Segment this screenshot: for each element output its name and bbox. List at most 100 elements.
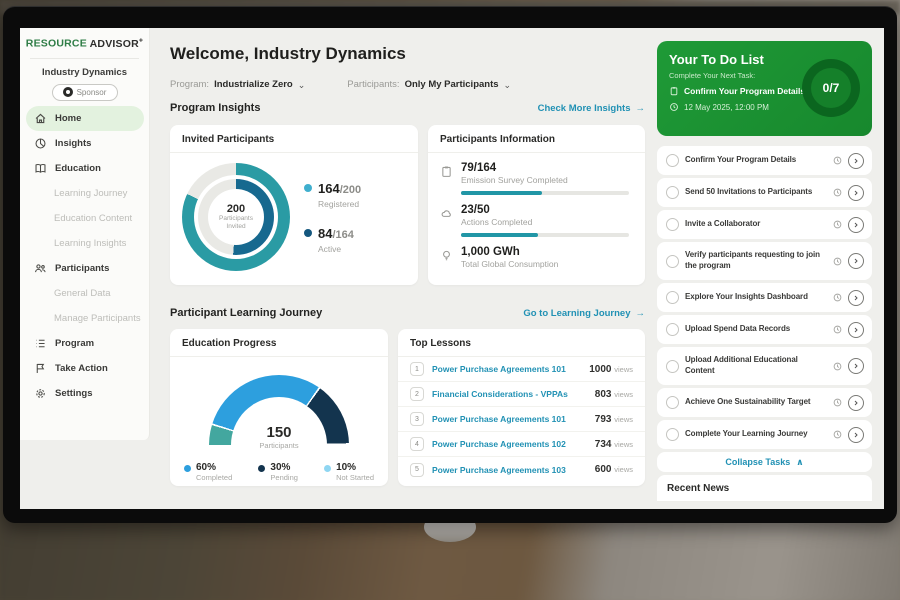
task-checkbox[interactable] (666, 428, 679, 441)
lightbulb-icon (440, 249, 453, 262)
go-to-learning-journey-link[interactable]: Go to Learning Journey → (523, 308, 645, 319)
sidebar-item-home[interactable]: Home (26, 106, 144, 131)
task-checkbox[interactable] (666, 218, 679, 231)
sponsor-badge[interactable]: Sponsor (52, 84, 118, 101)
lesson-link[interactable]: Power Purchase Agreements 101 (432, 414, 587, 424)
task-checkbox[interactable] (666, 291, 679, 304)
arrow-right-icon: → (636, 308, 646, 319)
lesson-row: 4 Power Purchase Agreements 102 734 view… (398, 432, 645, 457)
program-filter-value: Industrialize Zero (214, 79, 293, 90)
task-checkbox[interactable] (666, 396, 679, 409)
sidebar-item-learning-journey[interactable]: Learning Journey (20, 181, 150, 206)
education-gauge-chart: 150 Participants (204, 375, 354, 450)
task-chevron-button[interactable] (848, 290, 864, 306)
collapse-tasks-link[interactable]: Collapse Tasks ∧ (657, 452, 872, 472)
sidebar-item-label: Settings (55, 388, 92, 399)
people-icon (34, 262, 47, 275)
task-upload-spend-data[interactable]: Upload Spend Data Records (657, 315, 872, 344)
cloud-icon (440, 207, 453, 220)
task-upload-educational-content[interactable]: Upload Additional Educational Content (657, 347, 872, 385)
lesson-link[interactable]: Power Purchase Agreements 102 (432, 439, 587, 449)
task-chevron-button[interactable] (848, 322, 864, 338)
program-filter[interactable]: Program: Industrialize Zero ⌄ (170, 79, 305, 90)
book-icon (34, 162, 47, 175)
task-chevron-button[interactable] (848, 358, 864, 374)
clock-icon (833, 188, 842, 197)
participants-filter-label: Participants: (347, 79, 399, 90)
task-chevron-button[interactable] (848, 253, 864, 269)
task-checkbox[interactable] (666, 186, 679, 199)
legend-completed: 60%Completed (184, 462, 232, 482)
lesson-row: 5 Power Purchase Agreements 103 600 view… (398, 457, 645, 482)
chevron-up-icon: ∧ (796, 457, 803, 468)
clock-icon (833, 257, 842, 266)
task-complete-learning-journey[interactable]: Complete Your Learning Journey (657, 420, 872, 449)
sidebar-item-education-content[interactable]: Education Content (20, 206, 150, 231)
task-explore-insights[interactable]: Explore Your Insights Dashboard (657, 283, 872, 312)
gauge-center-value: 150 (204, 424, 354, 441)
sidebar-item-insights[interactable]: Insights (20, 131, 150, 156)
sidebar-item-manage-participants[interactable]: Manage Participants (20, 306, 150, 331)
emission-progress-bar (461, 191, 629, 195)
sidebar-item-label: Participants (55, 263, 109, 274)
task-checkbox[interactable] (666, 255, 679, 268)
clipboard-icon (669, 86, 679, 96)
check-more-insights-link[interactable]: Check More Insights → (538, 103, 645, 114)
todo-due-date: 12 May 2025, 12:00 PM (684, 103, 769, 112)
task-chevron-button[interactable] (848, 217, 864, 233)
lesson-link[interactable]: Power Purchase Agreements 101 (432, 364, 581, 374)
list-icon (34, 337, 47, 350)
sponsor-label: Sponsor (77, 88, 107, 97)
task-invite-collaborator[interactable]: Invite a Collaborator (657, 210, 872, 239)
gauge-center-label: Participants (204, 441, 354, 450)
sidebar-item-take-action[interactable]: Take Action (20, 356, 150, 381)
lesson-rank: 1 (410, 362, 424, 376)
home-icon (34, 112, 47, 125)
logo-advisor: ADVISOR+ (90, 38, 144, 50)
arrow-right-icon: → (636, 103, 646, 114)
lesson-link[interactable]: Financial Considerations - VPPAs (432, 389, 587, 399)
dashboard-screen: RESOURCE ADVISOR+ Industry Dynamics Spon… (20, 28, 884, 509)
chevron-right-icon (852, 157, 860, 165)
legend-registered: 164/200 Registered (304, 180, 361, 209)
task-confirm-program-details[interactable]: Confirm Your Program Details (657, 146, 872, 175)
sidebar-item-general-data[interactable]: General Data (20, 281, 150, 306)
filters-row: Program: Industrialize Zero ⌄ Participan… (170, 79, 511, 90)
sidebar-item-education[interactable]: Education (20, 156, 150, 181)
lesson-rank: 4 (410, 437, 424, 451)
donut-center-label: Participants Invited (214, 215, 258, 232)
program-insights-header: Program Insights Check More Insights → (170, 102, 645, 114)
chevron-right-icon (852, 362, 860, 370)
task-checkbox[interactable] (666, 154, 679, 167)
metric-consumption: 1,000 GWh Total Global Consumption (428, 237, 645, 269)
sidebar-item-label: Take Action (55, 363, 108, 374)
task-chevron-button[interactable] (848, 395, 864, 411)
chevron-right-icon (852, 257, 860, 265)
lesson-row: 3 Power Purchase Agreements 101 793 view… (398, 407, 645, 432)
participants-filter[interactable]: Participants: Only My Participants ⌄ (347, 79, 511, 90)
chevron-right-icon (852, 399, 860, 407)
sidebar-item-learning-insights[interactable]: Learning Insights (20, 231, 150, 256)
program-insights-title: Program Insights (170, 102, 260, 114)
task-checkbox[interactable] (666, 360, 679, 373)
task-chevron-button[interactable] (848, 153, 864, 169)
top-lessons-card: Top Lessons 1 Power Purchase Agreements … (398, 329, 645, 486)
task-verify-participants[interactable]: Verify participants requesting to join t… (657, 242, 872, 280)
task-achieve-sustainability-target[interactable]: Achieve One Sustainability Target (657, 388, 872, 417)
sidebar-item-program[interactable]: Program (20, 331, 150, 356)
task-send-invitations[interactable]: Send 50 Invitations to Participants (657, 178, 872, 207)
participants-info-title: Participants Information (428, 125, 645, 153)
registered-dot-icon (304, 184, 312, 192)
task-chevron-button[interactable] (848, 427, 864, 443)
lesson-rank: 3 (410, 412, 424, 426)
task-checkbox[interactable] (666, 323, 679, 336)
clock-icon (669, 102, 679, 112)
invited-legend: 164/200 Registered 84/164 Active (304, 180, 361, 254)
sidebar-item-participants[interactable]: Participants (20, 256, 150, 281)
sidebar-item-settings[interactable]: Settings (20, 381, 150, 406)
education-progress-legend: 60%Completed 30%Pending 10%Not Started (170, 450, 388, 482)
learning-journey-header: Participant Learning Journey Go to Learn… (170, 307, 645, 319)
task-chevron-button[interactable] (848, 185, 864, 201)
invited-participants-title: Invited Participants (170, 125, 418, 153)
lesson-link[interactable]: Power Purchase Agreements 103 (432, 465, 587, 475)
